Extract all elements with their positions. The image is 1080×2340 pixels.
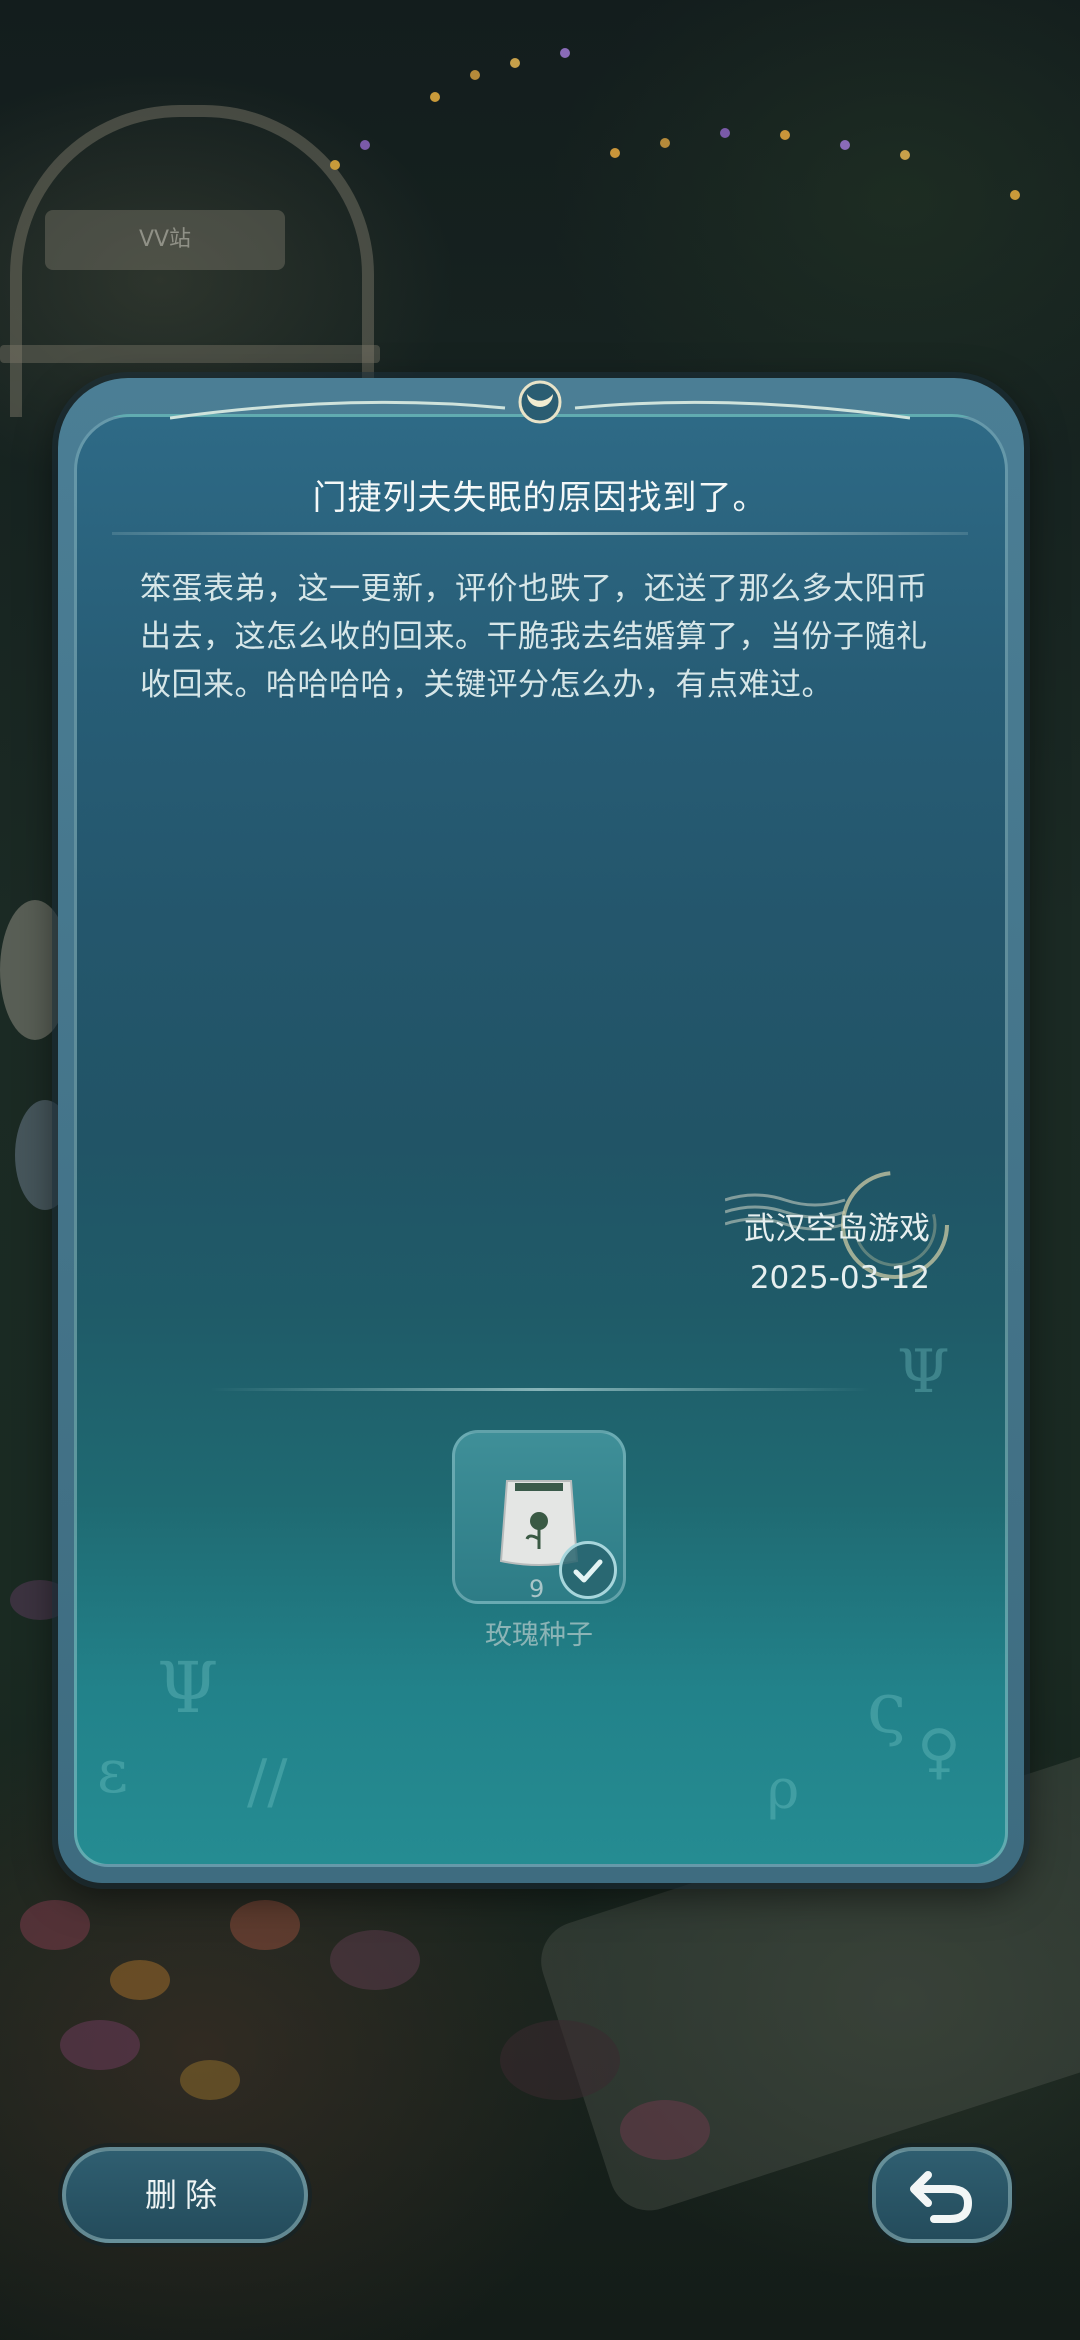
letter-body: 笨蛋表弟，这一更新，评价也跌了，还送了那么多太阳币出去，这怎么收的回来。干脆我去… [140, 571, 928, 703]
letter-signature: 武汉空岛游戏 2025-03-12 [744, 1205, 930, 1303]
station-sign: VV站 [45, 210, 285, 270]
back-button[interactable] [872, 2147, 1012, 2243]
item-count: 9 [529, 1575, 545, 1603]
flower-bush [500, 2020, 620, 2100]
string-light [1010, 190, 1020, 200]
string-light [330, 160, 340, 170]
flower-bush [110, 1960, 170, 2000]
rune-decoration: ρ [767, 1757, 800, 1821]
string-light [610, 148, 620, 158]
attachment-divider [210, 1388, 870, 1391]
title-divider [112, 532, 968, 535]
string-light [780, 130, 790, 140]
attachment-item-name: 玫瑰种子 [485, 1620, 593, 1651]
string-light [660, 138, 670, 148]
attachment-item-slot[interactable]: 9 [452, 1430, 626, 1604]
flower-bush [180, 2060, 240, 2100]
rune-decoration: ς [867, 1667, 907, 1749]
flower-bush [60, 2020, 140, 2070]
string-light [430, 92, 440, 102]
flower-bush [230, 1900, 300, 1950]
flower-bush [620, 2100, 710, 2160]
string-light [840, 140, 850, 150]
check-icon [559, 1541, 617, 1599]
sender-name: 武汉空岛游戏 [744, 1211, 930, 1247]
letter-date: 2025-03-12 [749, 1260, 930, 1296]
return-arrow-icon [910, 2171, 973, 2223]
letter-title: 门捷列夫失眠的原因找到了。 [312, 478, 768, 518]
flower-bush [20, 1900, 90, 1950]
moon-crest-icon [518, 380, 562, 424]
string-light [470, 70, 480, 80]
rune-decoration: ε [97, 1737, 129, 1807]
string-light [720, 128, 730, 138]
flower-bush [330, 1930, 420, 1990]
string-light [360, 140, 370, 150]
string-light [510, 58, 520, 68]
string-light [900, 150, 910, 160]
rune-decoration: ♀ [917, 1717, 961, 1787]
string-light [560, 48, 570, 58]
rune-decoration: // [247, 1747, 288, 1817]
delete-button[interactable]: 删除 [62, 2147, 308, 2243]
rune-decoration: Ψ [897, 1337, 950, 1407]
station-rail [0, 345, 380, 363]
rune-decoration: Ψ [157, 1647, 219, 1729]
